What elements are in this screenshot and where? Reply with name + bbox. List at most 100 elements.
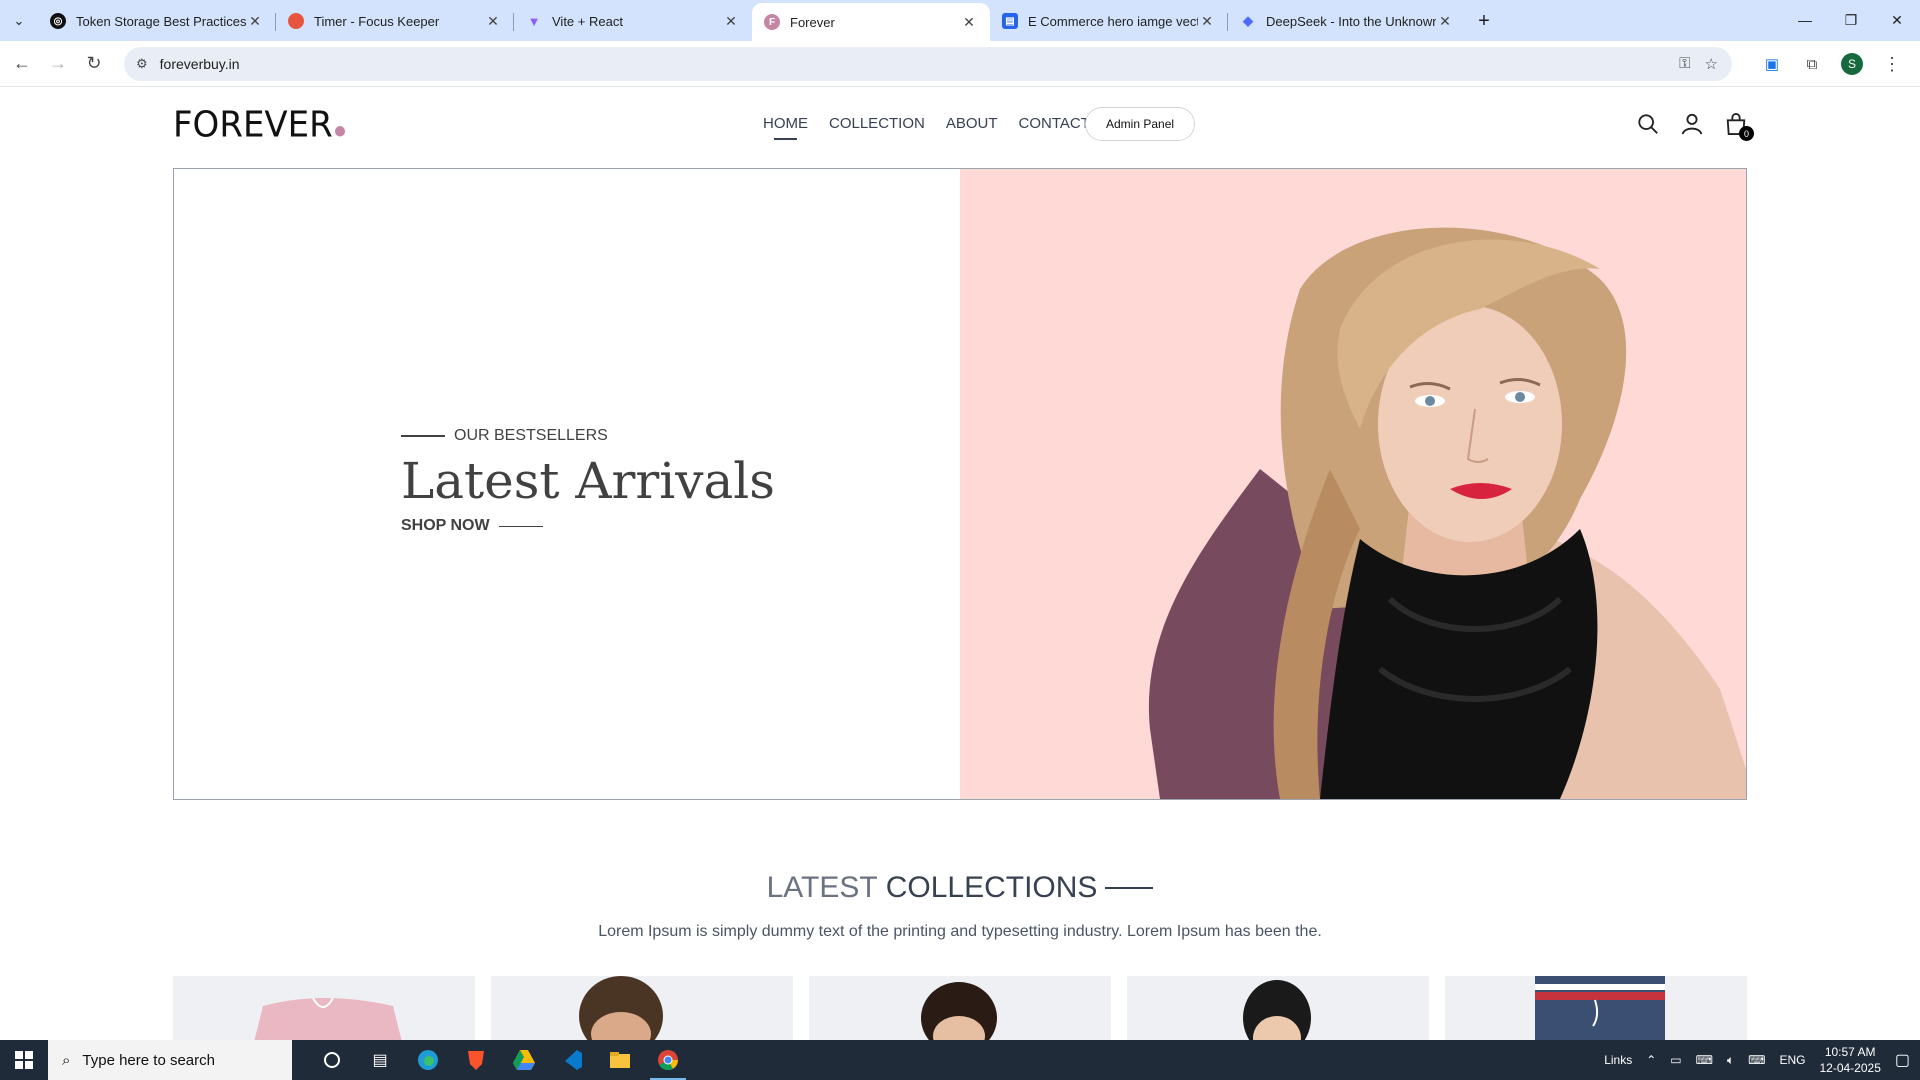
browser-tab[interactable]: ▼ Vite + React ✕	[514, 4, 752, 38]
product-card[interactable]	[1127, 976, 1429, 1040]
site-navbar: FOREVER HOME COLLECTION ABOUT CONTACT Ad…	[173, 87, 1754, 167]
product-image	[254, 997, 402, 1040]
shop-now-text: SHOP NOW	[401, 517, 490, 534]
language-indicator[interactable]: ENG	[1779, 1053, 1805, 1067]
kicker-text: OUR BESTSELLERS	[454, 427, 608, 444]
tab-favicon-icon: ▼	[527, 13, 541, 29]
product-image	[921, 982, 997, 1040]
profile-avatar[interactable]: S	[1834, 46, 1870, 82]
tab-title: E Commerce hero iamge vector	[1028, 13, 1198, 29]
browser-tab[interactable]: ◎ Token Storage Best Practices ✕	[38, 4, 276, 38]
nav-contact[interactable]: CONTACT	[1019, 115, 1090, 132]
file-explorer-icon[interactable]	[596, 1040, 644, 1080]
hero-banner: OUR BESTSELLERS Latest Arrivals SHOP NOW	[173, 168, 1747, 800]
url-text[interactable]: foreverbuy.in	[160, 56, 240, 72]
cart-button[interactable]: 0	[1725, 113, 1754, 141]
tab-close-icon[interactable]: ✕	[1198, 13, 1216, 30]
nav-icons: 0	[1637, 113, 1754, 141]
tab-close-icon[interactable]: ✕	[960, 14, 978, 31]
window-controls: — ❐ ✕	[1782, 0, 1920, 40]
windows-start-icon[interactable]	[0, 1040, 48, 1080]
edge-browser-icon[interactable]	[404, 1040, 452, 1080]
latest-collections-title: LATEST COLLECTIONS	[0, 871, 1920, 905]
cortana-icon[interactable]	[308, 1040, 356, 1080]
extensions-puzzle-icon[interactable]: ⧉	[1794, 46, 1830, 82]
nav-collection[interactable]: COLLECTION	[829, 115, 925, 132]
nav-about[interactable]: ABOUT	[946, 115, 998, 132]
title-line	[1105, 887, 1154, 889]
site-logo[interactable]: FOREVER	[173, 104, 345, 146]
user-profile-icon[interactable]	[1681, 113, 1703, 135]
tab-favicon-icon: ▤	[1002, 13, 1018, 29]
network-icon[interactable]: ⌨	[1696, 1053, 1713, 1067]
browser-tab[interactable]: ▤ E Commerce hero iamge vector ✕	[990, 4, 1228, 38]
model-portrait-illustration	[960, 169, 1746, 799]
tab-close-icon[interactable]: ✕	[722, 13, 740, 30]
search-icon[interactable]	[1637, 113, 1659, 135]
tab-title: DeepSeek - Into the Unknown	[1266, 13, 1436, 29]
google-drive-icon[interactable]	[500, 1040, 548, 1080]
links-toolbar[interactable]: Links	[1604, 1053, 1632, 1067]
browser-tab-active[interactable]: F Forever ✕	[752, 3, 990, 41]
admin-panel-button[interactable]: Admin Panel	[1085, 107, 1196, 141]
volume-icon[interactable]: 🔈︎	[1727, 1053, 1734, 1068]
notifications-icon[interactable]: ▢	[1895, 1050, 1910, 1070]
tab-close-icon[interactable]: ✕	[1436, 13, 1454, 30]
site-info-icon[interactable]: ⚙	[136, 56, 148, 72]
keyboard-icon[interactable]: ⌨	[1748, 1053, 1765, 1067]
back-arrow-icon[interactable]: ←	[4, 46, 40, 82]
web-page: FOREVER HOME COLLECTION ABOUT CONTACT Ad…	[0, 87, 1920, 1040]
product-image	[1243, 980, 1311, 1040]
password-key-icon[interactable]: ⚿	[1679, 55, 1690, 73]
brave-browser-icon[interactable]	[452, 1040, 500, 1080]
product-image	[579, 976, 663, 1040]
nav-home[interactable]: HOME	[763, 115, 808, 140]
windows-taskbar: ⌕ Type here to search ▤ Links ⌃ ▭ ⌨ 🔈︎ ⌨…	[0, 1040, 1920, 1080]
bookmark-star-icon[interactable]: ☆	[1705, 55, 1718, 73]
product-card[interactable]	[809, 976, 1111, 1040]
system-tray: Links ⌃ ▭ ⌨ 🔈︎ ⌨ ENG 10:57 AM 12-04-2025…	[1604, 1044, 1920, 1076]
cta-line	[498, 525, 543, 527]
browser-tab[interactable]: ◆ DeepSeek - Into the Unknown ✕	[1228, 4, 1466, 38]
new-tab-button[interactable]: +	[1466, 4, 1502, 38]
tab-title: Forever	[790, 14, 835, 30]
chrome-icon[interactable]	[644, 1040, 692, 1080]
search-placeholder: Type here to search	[82, 1051, 215, 1069]
extension-icon[interactable]: ▣	[1754, 46, 1790, 82]
task-view-icon[interactable]: ▤	[356, 1040, 404, 1080]
close-window-icon[interactable]: ✕	[1874, 0, 1920, 40]
vscode-icon[interactable]	[548, 1040, 596, 1080]
product-image	[1535, 976, 1665, 1040]
product-card[interactable]	[1445, 976, 1747, 1040]
tab-close-icon[interactable]: ✕	[246, 13, 264, 30]
hero-kicker: OUR BESTSELLERS	[401, 427, 775, 445]
meet-now-icon[interactable]: ▭	[1670, 1053, 1681, 1067]
minimize-icon[interactable]: —	[1782, 0, 1828, 40]
product-card[interactable]	[173, 976, 475, 1040]
taskbar-search-box[interactable]: ⌕ Type here to search	[48, 1040, 292, 1080]
forward-arrow-icon[interactable]: →	[40, 46, 76, 82]
shop-now-link[interactable]: SHOP NOW	[401, 517, 775, 535]
tab-close-icon[interactable]: ✕	[484, 13, 502, 30]
profile-initial: S	[1841, 53, 1863, 75]
address-bar[interactable]: ⚙ foreverbuy.in ⚿ ☆	[124, 47, 1732, 81]
reload-icon[interactable]: ↻	[76, 46, 112, 82]
clock[interactable]: 10:57 AM 12-04-2025	[1819, 1044, 1880, 1076]
kicker-line	[401, 435, 445, 437]
title-bold: COLLECTIONS	[885, 871, 1098, 904]
menu-kebab-icon[interactable]: ⋮	[1874, 46, 1910, 82]
browser-toolbar: ← → ↻ ⚙ foreverbuy.in ⚿ ☆ ▣ ⧉ S ⋮	[0, 41, 1920, 87]
tab-favicon-icon	[288, 13, 304, 29]
product-grid	[173, 976, 1747, 1040]
clock-time: 10:57 AM	[1824, 1045, 1876, 1059]
restore-icon[interactable]: ❐	[1828, 0, 1874, 40]
tab-search-chevron-icon[interactable]: ⌄	[0, 0, 38, 41]
hero-image	[960, 169, 1746, 799]
main-menu: HOME COLLECTION ABOUT CONTACT	[763, 115, 1090, 140]
browser-tab[interactable]: Timer - Focus Keeper ✕	[276, 4, 514, 38]
chevron-up-icon[interactable]: ⌃	[1646, 1053, 1656, 1067]
tab-title: Timer - Focus Keeper	[314, 13, 440, 29]
product-card[interactable]	[491, 976, 793, 1040]
hero-text-panel: OUR BESTSELLERS Latest Arrivals SHOP NOW	[174, 169, 960, 799]
clock-date: 12-04-2025	[1819, 1061, 1881, 1075]
